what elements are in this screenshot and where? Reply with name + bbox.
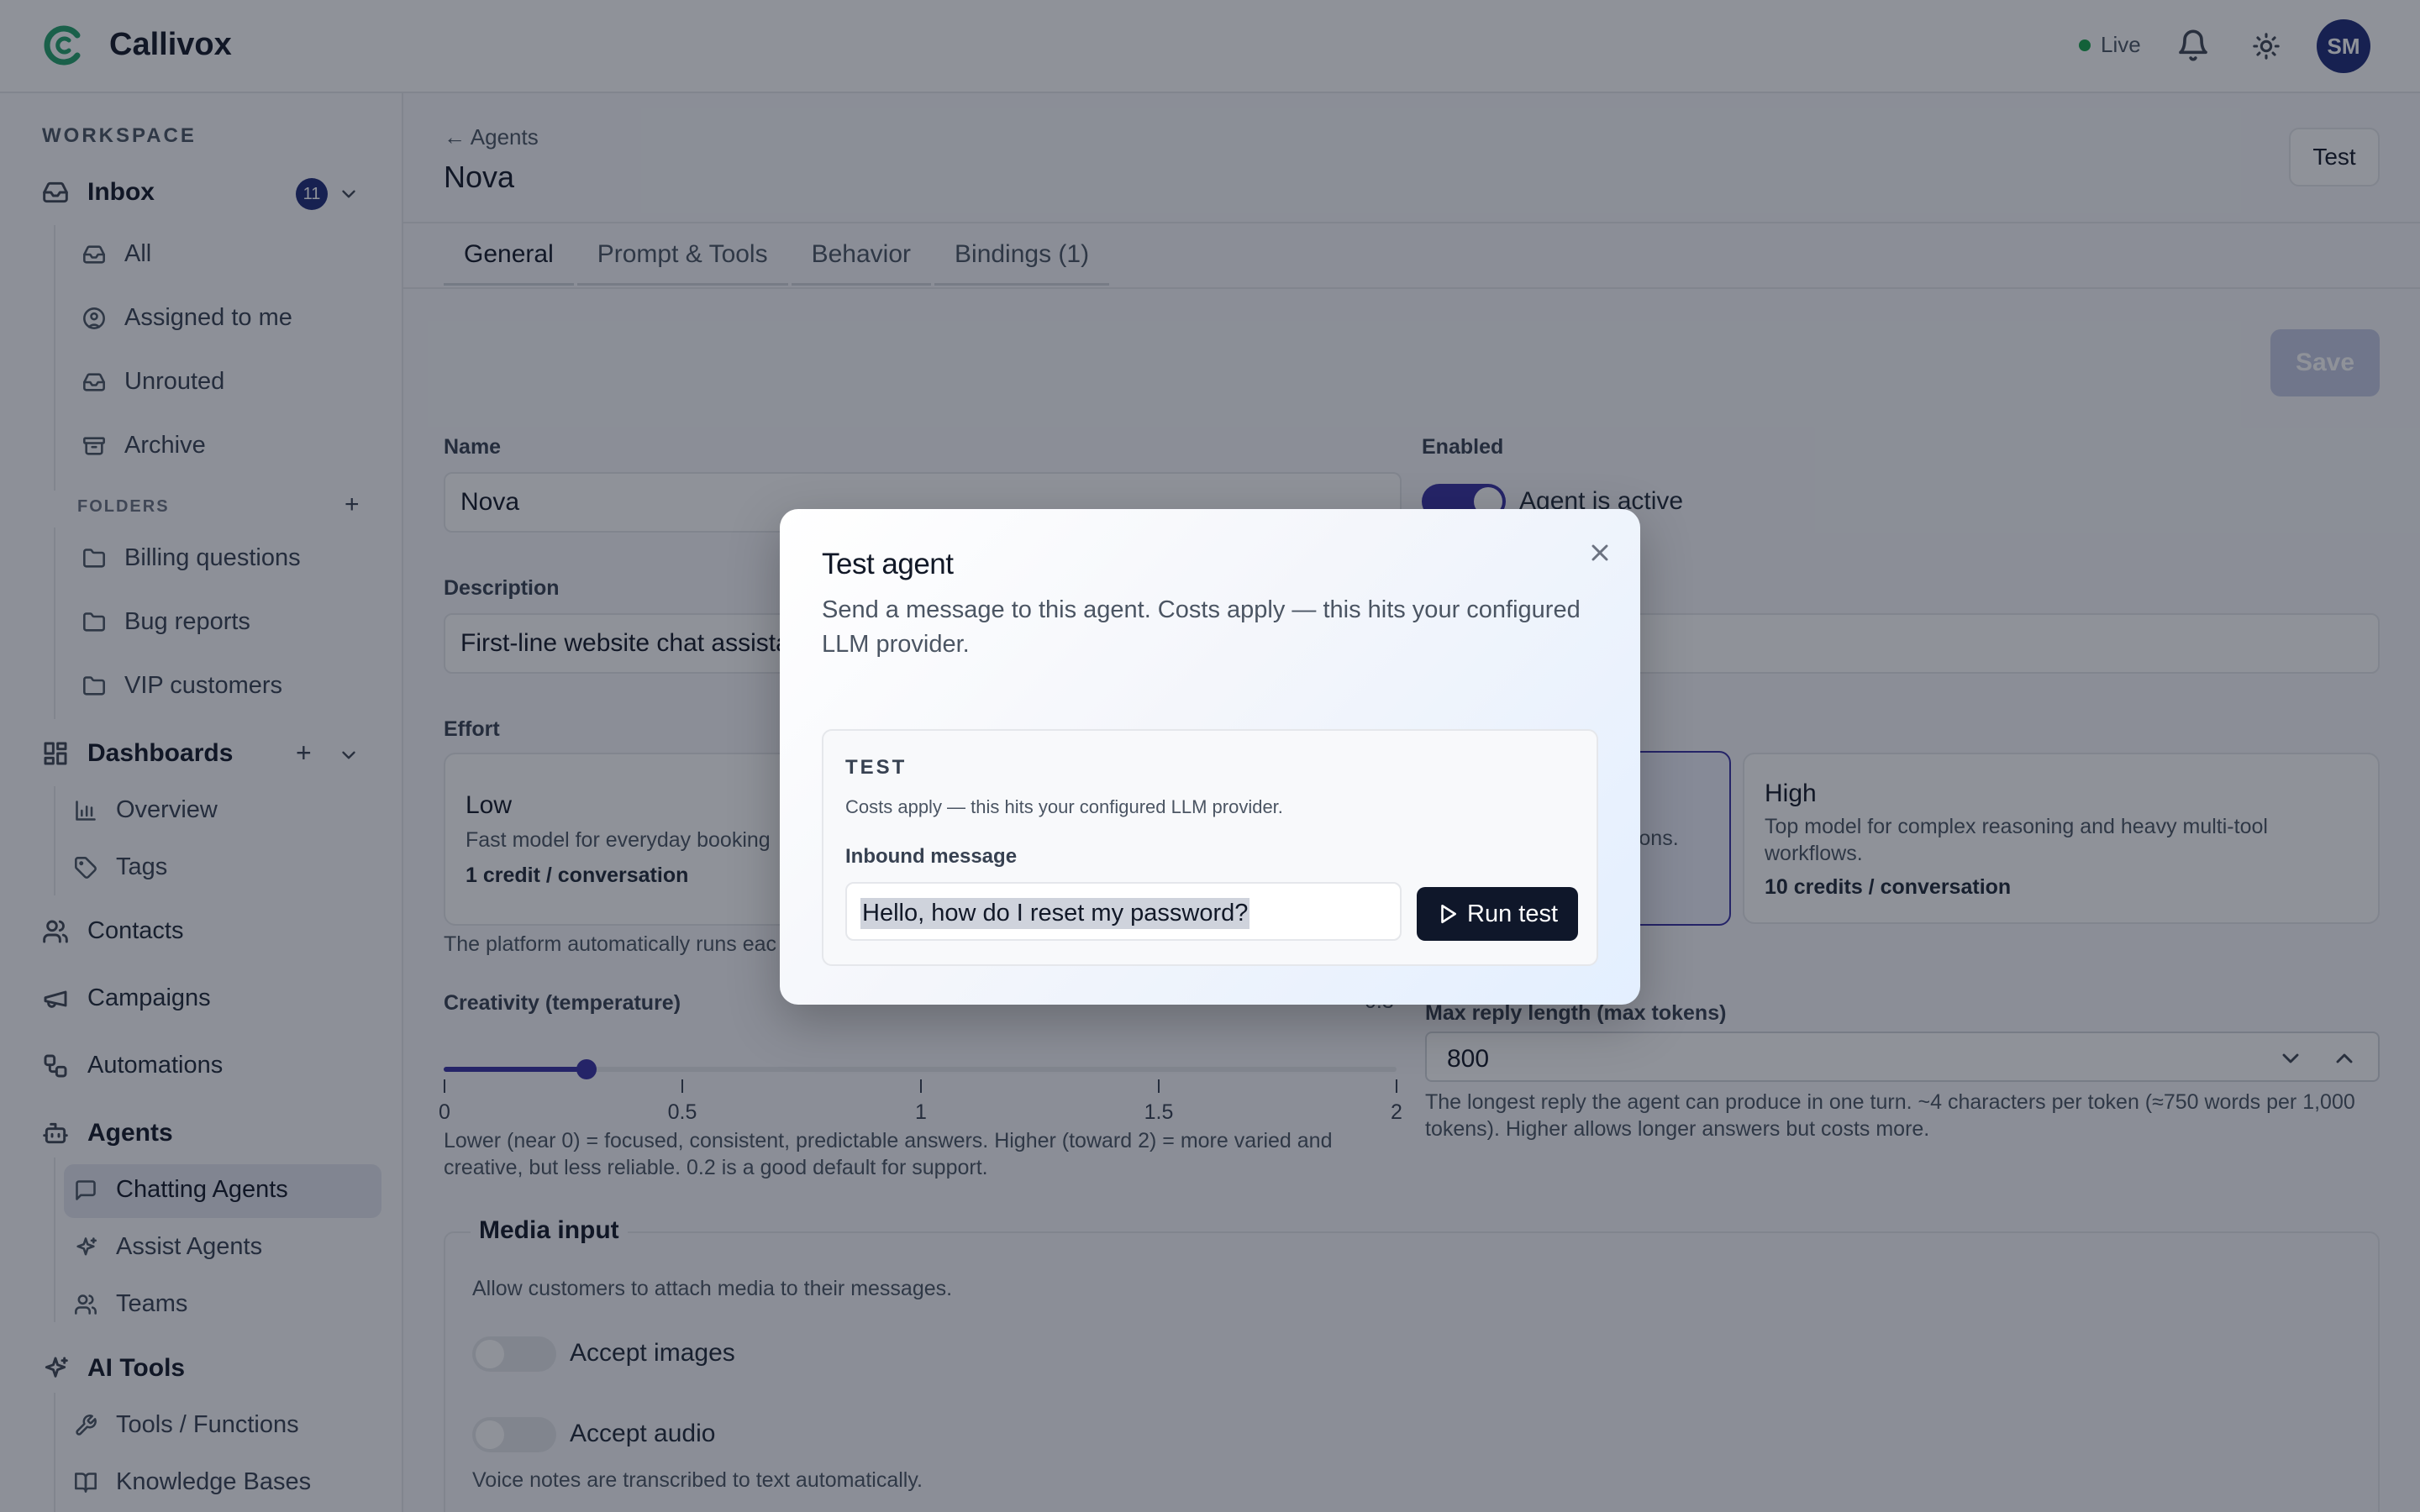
- test-section-note: Costs apply — this hits your configured …: [845, 796, 1283, 817]
- test-section-title: TEST: [845, 756, 908, 779]
- inbound-message-label: Inbound message: [845, 845, 1018, 868]
- modal-subtitle: Send a message to this agent. Costs appl…: [822, 596, 1581, 658]
- run-test-button[interactable]: Run test: [1417, 887, 1578, 941]
- run-test-label: Run test: [1467, 900, 1558, 927]
- inbound-message-value: Hello, how do I reset my password?: [860, 898, 1250, 929]
- test-section: TEST Costs apply — this hits your config…: [822, 729, 1598, 966]
- play-icon: [1441, 904, 1456, 924]
- inbound-message-input[interactable]: Hello, how do I reset my password?: [845, 882, 1402, 941]
- modal-title: Test agent: [822, 548, 954, 580]
- close-icon[interactable]: [1586, 539, 1613, 566]
- test-agent-modal: Test agent Send a message to this agent.…: [780, 509, 1640, 1005]
